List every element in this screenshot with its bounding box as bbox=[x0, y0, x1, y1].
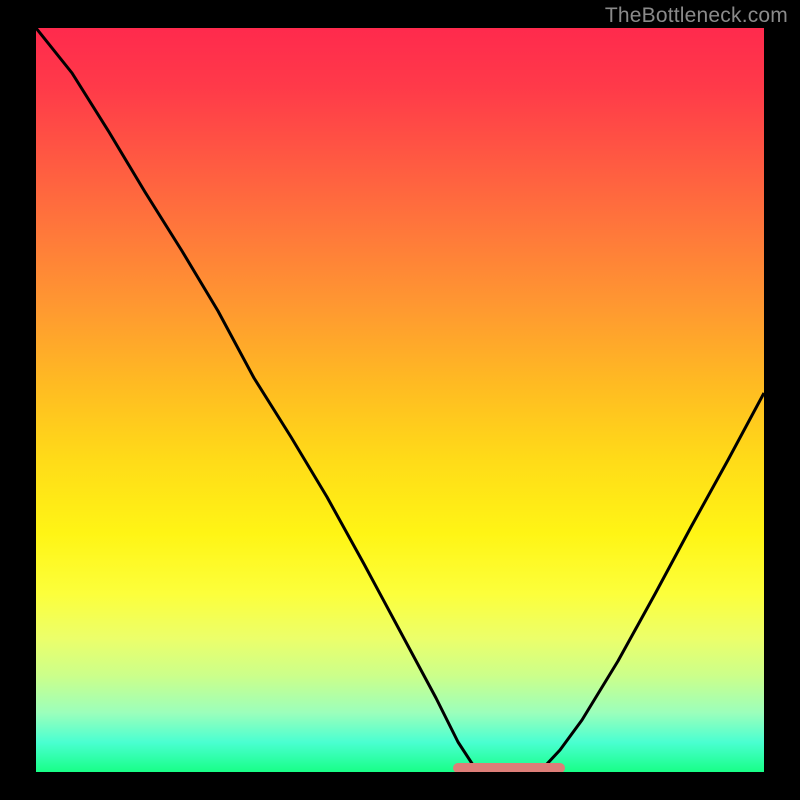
plot-area bbox=[36, 28, 764, 772]
chart-frame bbox=[36, 28, 764, 772]
curve-layer bbox=[36, 28, 764, 772]
series-curve bbox=[36, 28, 764, 772]
watermark-text: TheBottleneck.com bbox=[605, 4, 788, 28]
